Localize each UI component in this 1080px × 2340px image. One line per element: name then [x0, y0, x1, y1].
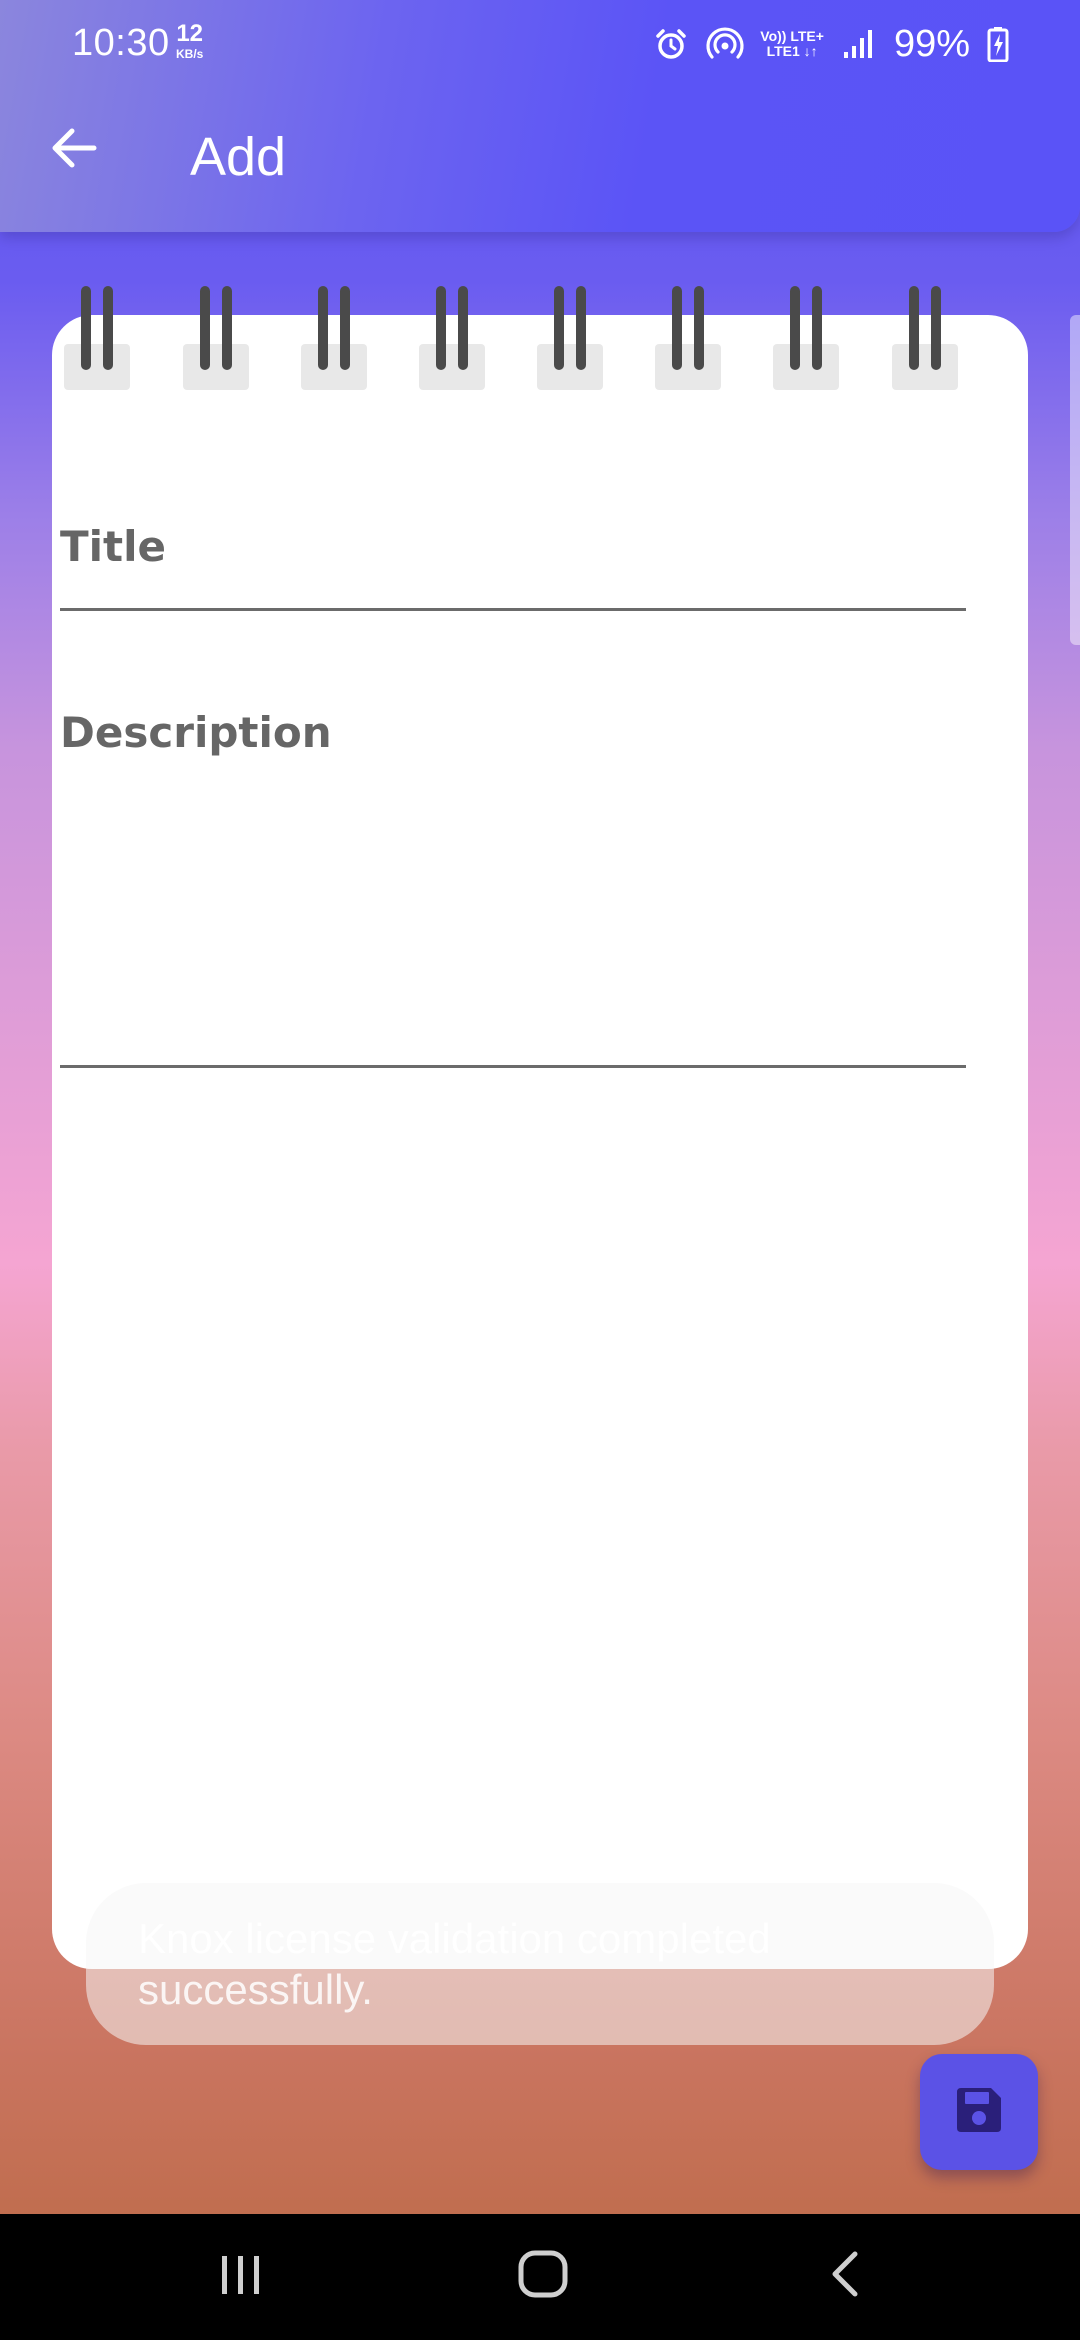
net-speed-value: 12 — [176, 20, 204, 47]
battery-percent: 99% — [893, 22, 970, 65]
save-button[interactable] — [920, 2054, 1038, 2170]
network-type: Vo)) LTE+ LTE1 ↓↑ — [760, 29, 824, 58]
system-nav-bar — [0, 2214, 1080, 2340]
binder-ring — [773, 286, 839, 390]
recent-apps-icon — [217, 2252, 265, 2301]
binder-ring — [64, 286, 130, 390]
network-line-1: Vo)) LTE+ — [760, 28, 824, 45]
binder-ring — [892, 286, 958, 390]
binder-ring — [655, 286, 721, 390]
binder-ring — [537, 286, 603, 390]
battery-charging-icon — [986, 25, 1010, 63]
toast-message: Knox license validation completed succes… — [86, 1883, 994, 2045]
alarm-icon — [652, 25, 690, 63]
save-icon — [953, 2084, 1005, 2141]
home-icon — [517, 2249, 569, 2304]
binder-ring — [419, 286, 485, 390]
hotspot-icon — [706, 25, 744, 63]
description-field[interactable]: Description — [60, 708, 332, 757]
network-line-2: LTE1 ↓↑ — [766, 43, 818, 59]
signal-icon — [840, 25, 878, 63]
status-net-speed: 12 KB/s — [176, 20, 204, 61]
system-back-button[interactable] — [800, 2236, 890, 2316]
title-field-underline — [60, 608, 966, 611]
notepad-card — [52, 315, 1028, 1969]
arrow-left-icon — [50, 126, 98, 175]
home-button[interactable] — [498, 2236, 588, 2316]
net-speed-unit: KB/s — [176, 47, 204, 61]
binder-ring — [301, 286, 367, 390]
description-field-underline — [60, 1065, 966, 1068]
back-button[interactable] — [44, 120, 104, 180]
recent-apps-button[interactable] — [196, 2236, 286, 2316]
scroll-indicator — [1070, 315, 1080, 645]
status-time: 10:30 — [72, 22, 170, 64]
page-title: Add — [190, 127, 287, 187]
binder-ring — [183, 286, 249, 390]
chevron-left-icon — [827, 2250, 863, 2303]
status-icons: Vo)) LTE+ LTE1 ↓↑ 99% — [652, 22, 1010, 66]
app-bar: 10:30 12 KB/s Vo)) LTE+ LTE1 ↓↑ 99% Add — [0, 0, 1080, 232]
title-field[interactable]: Title — [60, 522, 166, 571]
